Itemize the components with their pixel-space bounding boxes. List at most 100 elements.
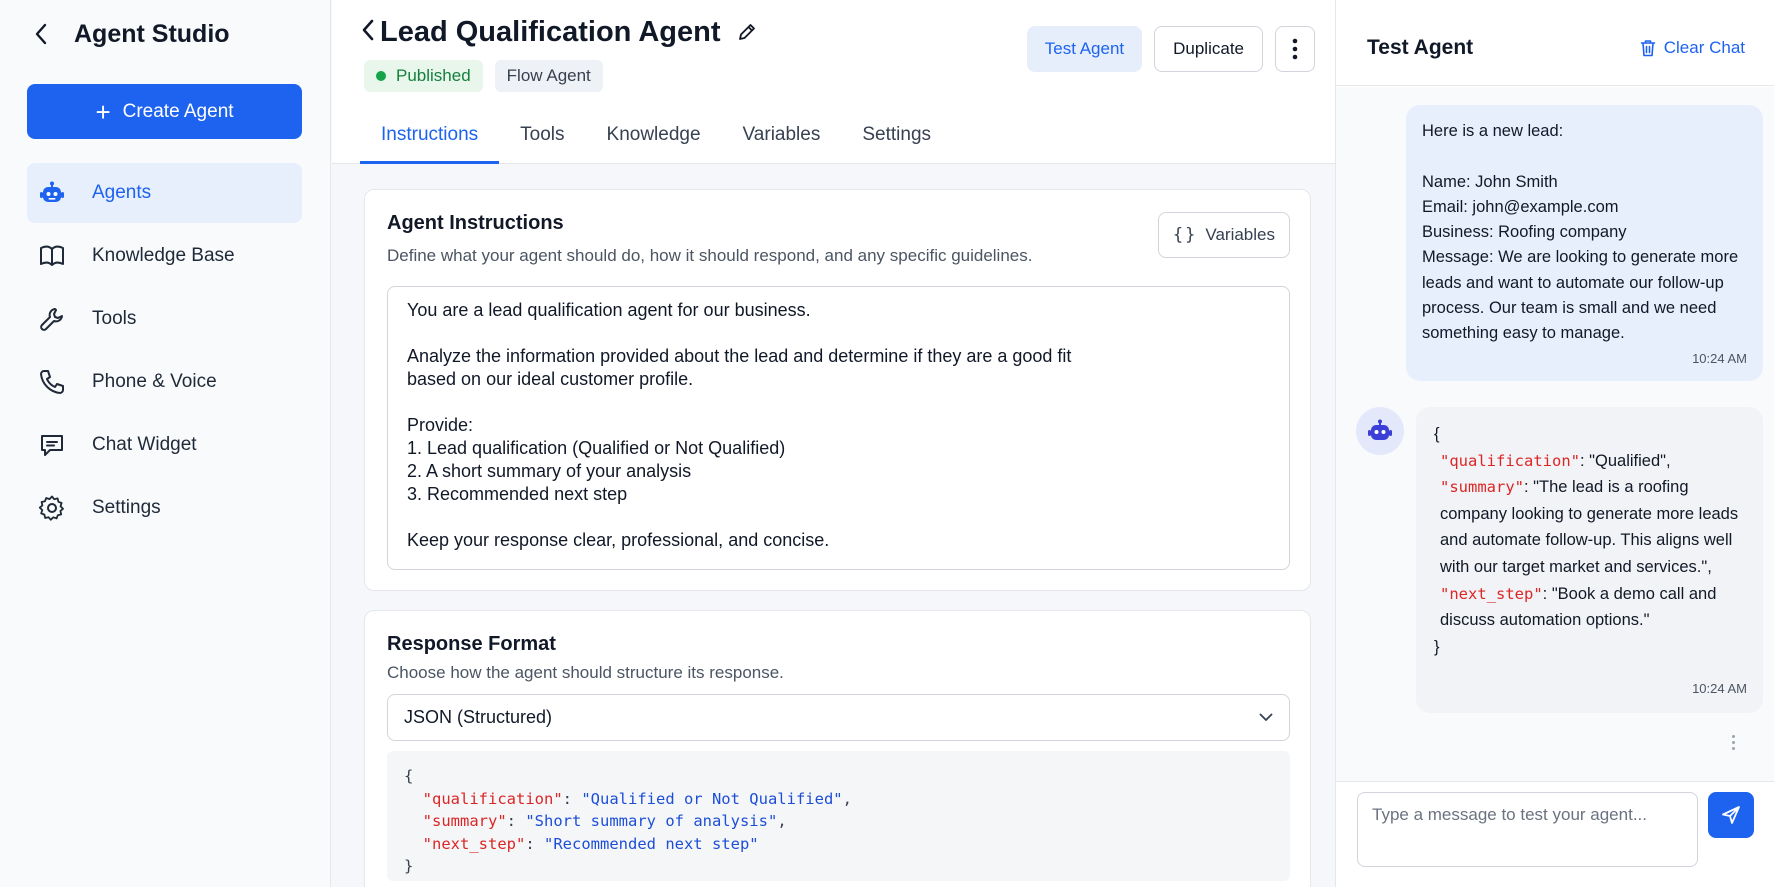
status-badge: Published [364, 60, 483, 92]
trash-icon [1640, 40, 1656, 57]
title-row: Lead Qualification Agent [362, 12, 757, 52]
test-agent-button[interactable]: Test Agent [1026, 26, 1143, 72]
sidebar-header: Agent Studio [26, 14, 230, 54]
chevron-left-icon [35, 23, 47, 45]
tab-bar: Instructions Tools Knowledge Variables S… [360, 112, 952, 164]
plus-icon: + [95, 96, 111, 127]
sidebar-item-tools[interactable]: Tools [27, 289, 302, 349]
header-actions: Test Agent Duplicate [1026, 26, 1315, 72]
duplicate-button[interactable]: Duplicate [1154, 26, 1263, 72]
sidebar-item-label: Settings [92, 497, 161, 518]
gear-icon [37, 493, 67, 523]
sidebar-item-settings[interactable]: Settings [27, 478, 302, 538]
response-format-title: Response Format [387, 633, 556, 655]
sidebar-item-knowledge-base[interactable]: Knowledge Base [27, 226, 302, 286]
status-badge-label: Published [396, 66, 471, 85]
bot-json-line: "next_step": "Book a demo call and discu… [1434, 581, 1745, 634]
sidebar-item-label: Tools [92, 308, 137, 329]
tab-tools[interactable]: Tools [499, 112, 585, 164]
sidebar: Agent Studio + Create Agent Agents Knowl… [0, 0, 331, 887]
bot-message: { "qualification": "Qualified", "summary… [1416, 407, 1763, 713]
json-value: : "Qualified", [1579, 451, 1671, 470]
variables-button-label: Variables [1205, 225, 1275, 244]
robot-icon [37, 178, 67, 208]
chat-history[interactable]: Here is a new lead: Name: John Smith Ema… [1336, 87, 1774, 781]
response-format-selected: JSON (Structured) [404, 707, 553, 727]
chat-bubble-icon [37, 430, 67, 460]
sidebar-item-label: Phone & Voice [92, 371, 217, 392]
tab-settings[interactable]: Settings [841, 112, 952, 164]
chevron-down-icon [1259, 713, 1273, 721]
status-dot [376, 71, 386, 81]
json-separator: , [842, 789, 852, 808]
json-key: "summary" [1440, 478, 1524, 497]
clear-chat-label: Clear Chat [1663, 38, 1745, 57]
tab-variables[interactable]: Variables [722, 112, 842, 164]
json-schema-preview: { "qualification": "Qualified or Not Qua… [387, 751, 1290, 881]
create-agent-label: Create Agent [122, 100, 234, 122]
instructions-subtitle: Define what your agent should do, how it… [387, 246, 1033, 265]
sidebar-item-label: Knowledge Base [92, 245, 235, 266]
wrench-icon [37, 304, 67, 334]
chevron-left-icon[interactable] [362, 16, 374, 48]
sidebar-item-agents[interactable]: Agents [27, 163, 302, 223]
braces-icon: {} [1172, 225, 1198, 245]
send-button[interactable] [1708, 792, 1754, 838]
json-separator: , [777, 812, 787, 830]
agent-type-badge: Flow Agent [494, 60, 603, 92]
message-timestamp: 10:24 AM [1692, 350, 1747, 366]
main-content: Lead Qualification Agent Published Flow … [332, 0, 1335, 887]
bot-json-line: "summary": "The lead is a roofing compan… [1434, 474, 1745, 580]
sidebar-nav: Agents Knowledge Base Tools Phone & Voic… [27, 163, 302, 541]
sidebar-item-label: Chat Widget [92, 434, 197, 455]
sidebar-item-chat-widget[interactable]: Chat Widget [27, 415, 302, 475]
chat-input-area [1336, 781, 1774, 887]
sidebar-item-phone-voice[interactable]: Phone & Voice [27, 352, 302, 412]
app-title: Agent Studio [74, 19, 230, 48]
back-button[interactable] [26, 19, 56, 49]
code-line: } [404, 857, 414, 875]
json-value: "Recommended next step" [544, 834, 759, 853]
bot-json-line: "qualification": "Qualified", [1434, 448, 1745, 475]
chat-message-input[interactable] [1357, 792, 1698, 867]
json-value: "Short summary of analysis" [525, 812, 778, 830]
message-timestamp: 10:24 AM [1692, 681, 1747, 697]
json-key: "summary" [422, 812, 507, 830]
json-key: "qualification" [1440, 451, 1580, 470]
test-agent-panel: Test Agent Clear Chat Here is a new lead… [1335, 0, 1774, 887]
bot-json-open: { [1434, 425, 1440, 443]
page-header: Lead Qualification Agent Published Flow … [332, 0, 1335, 164]
code-line: "qualification": "Qualified or Not Quali… [422, 789, 852, 808]
user-message-text: Here is a new lead: Name: John Smith Ema… [1422, 122, 1739, 343]
insert-variables-button[interactable]: {} Variables [1157, 212, 1290, 258]
response-format-subtitle: Choose how the agent should structure it… [387, 663, 784, 682]
more-options-button[interactable] [1275, 26, 1315, 72]
instructions-title: Agent Instructions [387, 212, 564, 234]
panel-title: Test Agent [1367, 36, 1474, 59]
tab-knowledge[interactable]: Knowledge [586, 112, 722, 164]
code-line: "summary": "Short summary of analysis", [422, 812, 787, 830]
json-key: "next_step" [1440, 584, 1543, 603]
bot-json-close: } [1434, 637, 1440, 656]
book-icon [37, 241, 67, 271]
json-value: "Qualified or Not Qualified" [581, 789, 843, 808]
clear-chat-button[interactable]: Clear Chat [1640, 38, 1745, 58]
send-icon [1722, 806, 1740, 824]
user-message: Here is a new lead: Name: John Smith Ema… [1406, 105, 1763, 381]
code-line: "next_step": "Recommended next step" [422, 834, 759, 853]
robot-icon [1368, 419, 1392, 440]
code-line: { [404, 767, 414, 785]
page-title: Lead Qualification Agent [380, 15, 721, 48]
tab-instructions[interactable]: Instructions [360, 112, 500, 164]
response-format-select[interactable]: JSON (Structured) [387, 694, 1290, 741]
bot-avatar [1356, 407, 1404, 455]
badge-row: Published Flow Agent [364, 60, 603, 92]
json-key: "next_step" [422, 834, 526, 853]
create-agent-button[interactable]: + Create Agent [27, 84, 302, 139]
json-key: "qualification" [422, 789, 563, 808]
scroll-indicator [1732, 735, 1735, 750]
more-vertical-icon [1292, 38, 1298, 60]
sidebar-item-label: Agents [92, 182, 152, 203]
instructions-textarea[interactable]: You are a lead qualification agent for o… [387, 286, 1290, 570]
pencil-icon[interactable] [737, 22, 757, 42]
